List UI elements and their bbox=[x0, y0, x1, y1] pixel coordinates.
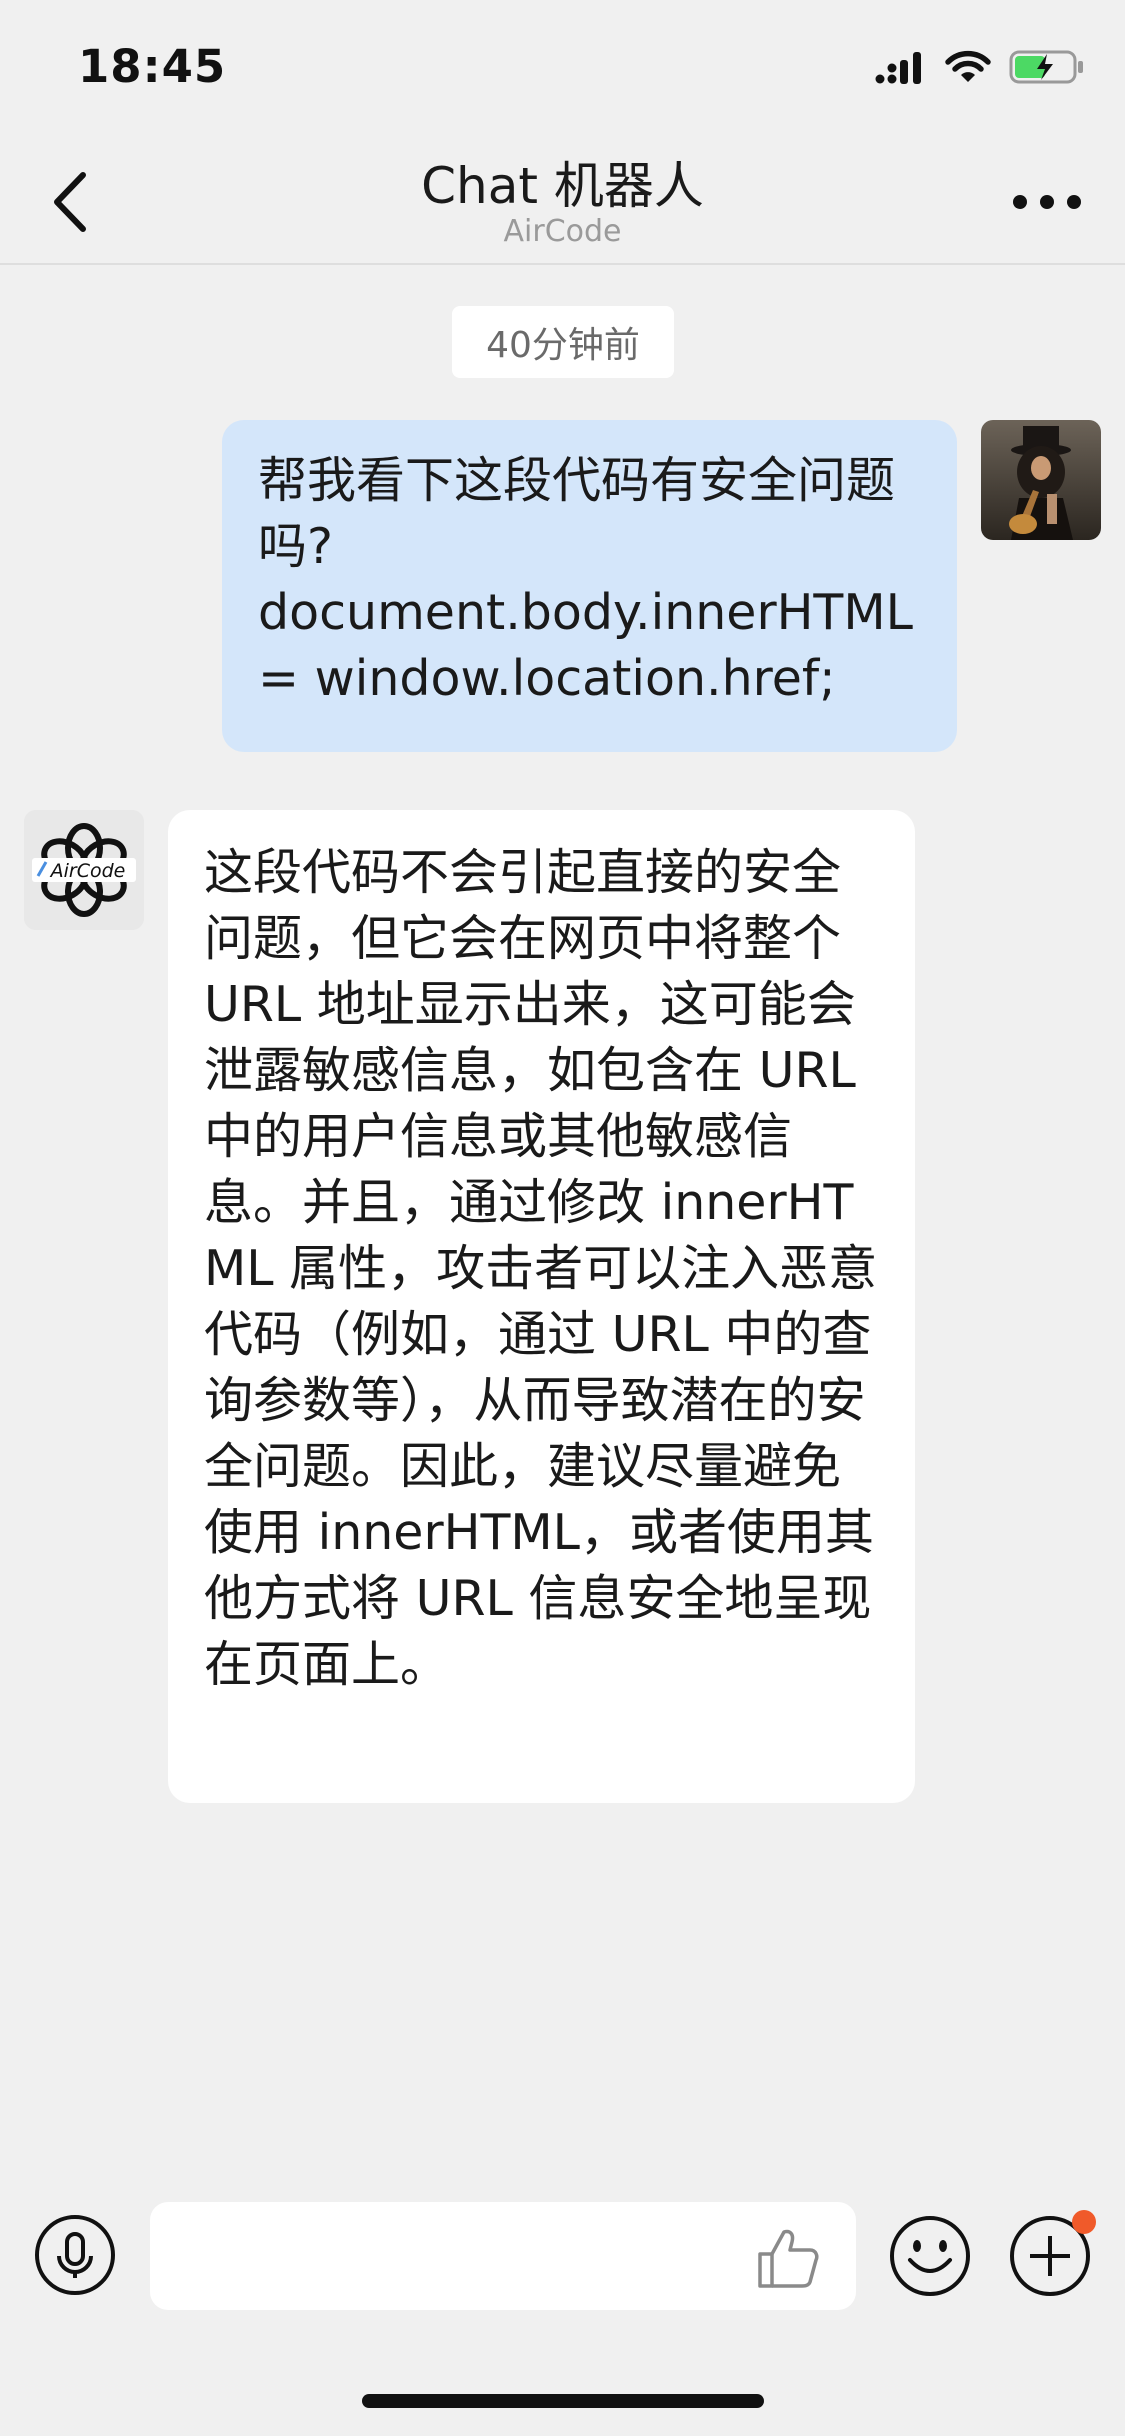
cellular-signal-icon bbox=[875, 50, 927, 88]
status-bar: 18:45 bbox=[0, 0, 1125, 132]
bot-message-bubble[interactable]: 这段代码不会引起直接的安全问题，但它会在网页中将整个 URL 地址显示出来，这可… bbox=[168, 810, 915, 1803]
page-title: Chat 机器人 bbox=[421, 157, 704, 215]
notification-dot bbox=[1072, 2210, 1096, 2234]
aircode-logo-icon: AirCode bbox=[24, 810, 144, 930]
user-message-bubble[interactable]: 帮我看下这段代码有安全问题吗? document.body.innerHTML … bbox=[222, 420, 957, 752]
svg-text:AirCode: AirCode bbox=[49, 860, 126, 882]
status-time: 18:45 bbox=[78, 40, 227, 93]
like-button[interactable] bbox=[754, 2224, 822, 2292]
bot-avatar[interactable]: AirCode bbox=[24, 810, 144, 930]
message-timestamp: 40分钟前 bbox=[452, 306, 674, 378]
emoji-icon bbox=[890, 2216, 970, 2296]
voice-button[interactable] bbox=[34, 2214, 116, 2296]
page-subtitle: AirCode bbox=[503, 214, 622, 249]
more-dots-icon bbox=[1013, 195, 1081, 209]
home-indicator[interactable] bbox=[362, 2394, 764, 2408]
emoji-button[interactable] bbox=[888, 2214, 972, 2298]
user-avatar-image bbox=[981, 420, 1101, 540]
nav-bar: Chat 机器人 AirCode bbox=[0, 132, 1125, 265]
wifi-icon bbox=[945, 50, 991, 88]
input-bar bbox=[0, 2180, 1125, 2340]
status-icons bbox=[875, 48, 1085, 90]
chat-screen: 18:45 Chat 机器人 AirCode 40分钟前 帮我看下这段代码有安全… bbox=[0, 0, 1125, 2436]
battery-charging-icon bbox=[1009, 49, 1085, 89]
voice-icon bbox=[35, 2215, 115, 2295]
user-avatar[interactable] bbox=[981, 420, 1101, 540]
message-input[interactable] bbox=[150, 2202, 856, 2310]
more-button[interactable] bbox=[1009, 172, 1085, 232]
thumbs-up-icon bbox=[758, 2229, 819, 2288]
